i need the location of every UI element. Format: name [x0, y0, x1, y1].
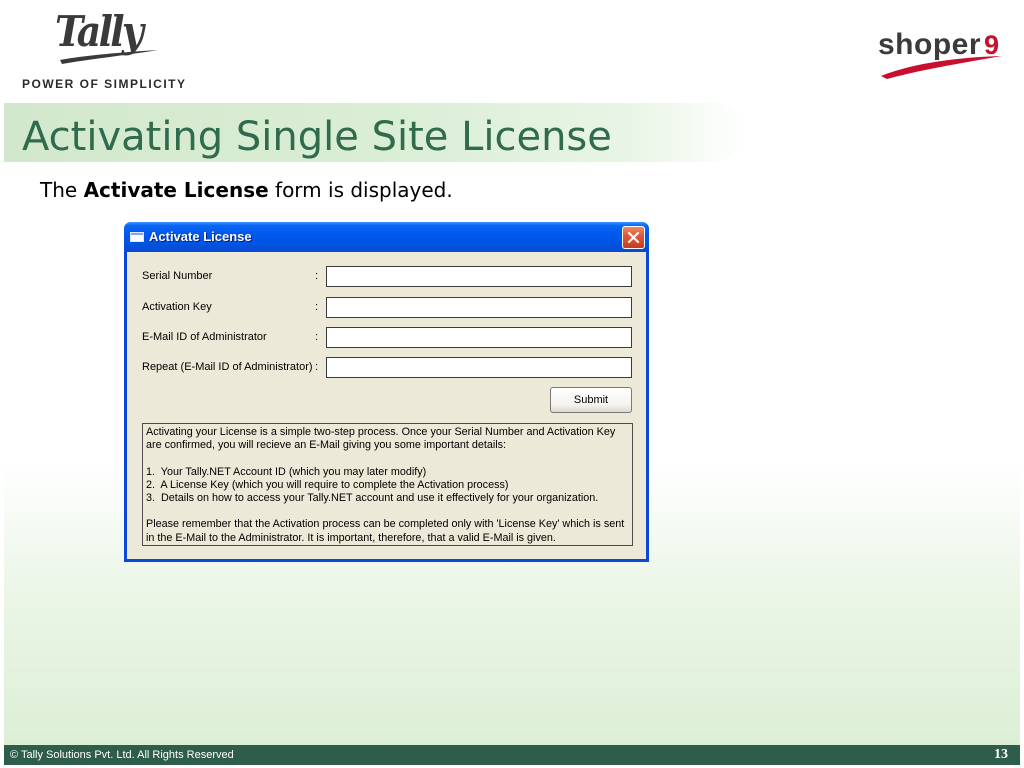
slide-title: Activating Single Site License [22, 114, 612, 160]
info-list: 1. Your Tally.NET Account ID (which you … [146, 466, 629, 506]
copyright-text: © Tally Solutions Pvt. Ltd. All Rights R… [10, 749, 234, 761]
admin-email-input[interactable] [326, 327, 632, 348]
field-separator: : [315, 361, 319, 373]
intro-prefix: The [40, 178, 84, 202]
field-separator: : [315, 331, 319, 343]
repeat-admin-email-label: Repeat (E-Mail ID of Administrator) [142, 361, 313, 373]
activate-license-dialog: Activate License Serial Number : Activat… [124, 222, 649, 562]
info-line: in the E-Mail to the Administrator. It i… [146, 531, 556, 544]
info-paragraph: Activating your License is a simple two-… [146, 426, 629, 452]
window-icon [130, 232, 144, 242]
tally-tagline: POWER OF SIMPLICITY [22, 77, 187, 91]
info-line: Activating your License is a simple two-… [146, 426, 616, 438]
page-number: 13 [994, 747, 1008, 762]
intro-text: The Activate License form is displayed. [40, 177, 453, 203]
dialog-body: Serial Number : Activation Key : E-Mail … [127, 252, 646, 559]
serial-number-label: Serial Number [142, 270, 213, 282]
submit-button[interactable]: Submit [550, 387, 632, 413]
info-list-item: 2. A License Key (which you will require… [146, 478, 509, 491]
info-textbox: Activating your License is a simple two-… [142, 423, 633, 546]
field-separator: : [315, 270, 319, 282]
activation-key-label: Activation Key [142, 301, 212, 313]
serial-number-input[interactable] [326, 266, 632, 287]
info-list-item: 3. Details on how to access your Tally.N… [146, 491, 599, 504]
slide-footer: © Tally Solutions Pvt. Ltd. All Rights R… [4, 745, 1020, 765]
close-button[interactable] [622, 226, 645, 249]
repeat-admin-email-input[interactable] [326, 357, 632, 378]
intro-form-name: Activate License [83, 178, 269, 202]
field-separator: : [315, 301, 319, 313]
intro-suffix: form is displayed. [268, 178, 453, 202]
dialog-titlebar[interactable]: Activate License [124, 222, 649, 252]
info-list-item: 1. Your Tally.NET Account ID (which you … [146, 465, 427, 478]
dialog-title: Activate License [149, 229, 252, 244]
tally-logo-swoosh [60, 50, 158, 64]
admin-email-label: E-Mail ID of Administrator [142, 331, 267, 343]
info-line: Please remember that the Activation proc… [146, 518, 625, 531]
close-icon [627, 231, 640, 244]
info-paragraph: Please remember that the Activation proc… [146, 518, 629, 544]
shoper-logo-swoosh [881, 56, 1002, 79]
activation-key-input[interactable] [326, 297, 632, 318]
info-line: are confirmed, you will recieve an E-Mai… [146, 439, 507, 452]
